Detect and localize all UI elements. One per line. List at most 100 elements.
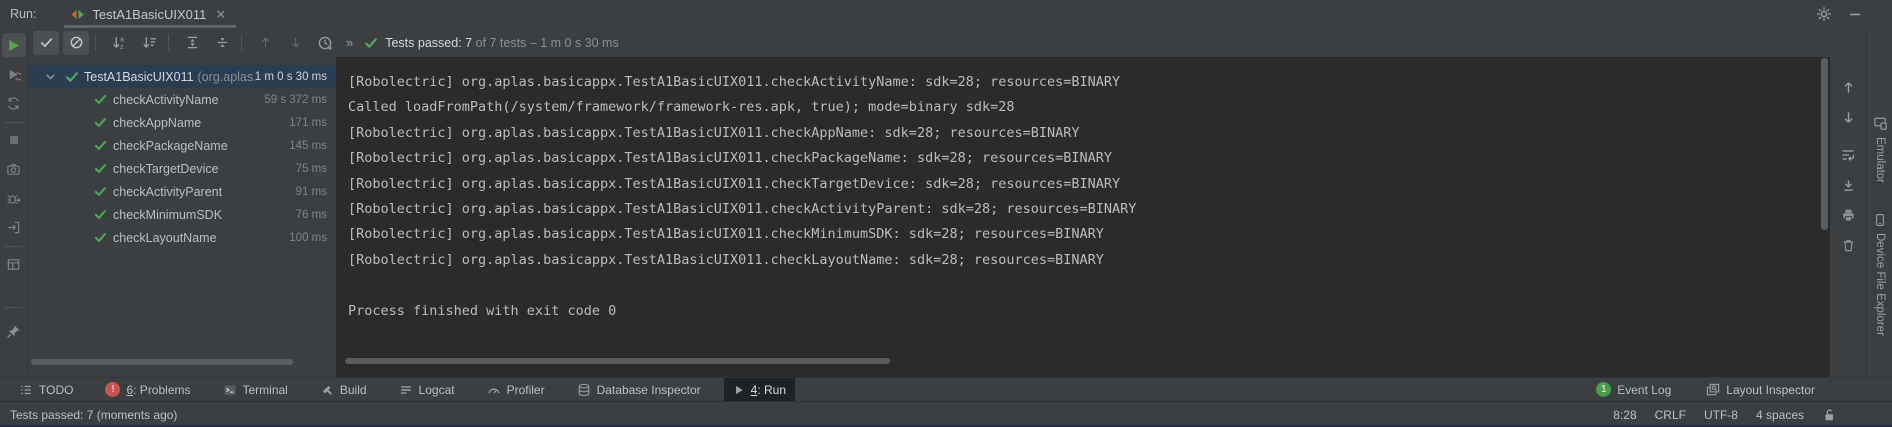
console-blank-line bbox=[348, 273, 1830, 298]
test-time: 145 ms bbox=[289, 140, 327, 152]
stripe-label: Emulator bbox=[1874, 137, 1886, 183]
soft-wrap-icon[interactable] bbox=[1836, 143, 1860, 167]
emulator-icon bbox=[1873, 116, 1888, 131]
pin-tab-icon[interactable] bbox=[2, 319, 26, 343]
tree-horizontal-scrollbar[interactable] bbox=[31, 359, 293, 365]
tool-window-todo[interactable]: TODO bbox=[10, 378, 82, 402]
test-name: checkActivityParent bbox=[113, 185, 222, 199]
todo-icon bbox=[19, 383, 33, 397]
test-passed-check-icon bbox=[65, 70, 79, 84]
tree-row-test[interactable]: checkPackageName 145 ms bbox=[29, 134, 336, 157]
run-label: Run: bbox=[10, 7, 36, 21]
import-test-results-icon[interactable] bbox=[2, 215, 26, 239]
tree-row-test[interactable]: checkAppName 171 ms bbox=[29, 111, 336, 134]
hide-tool-window-icon[interactable] bbox=[1848, 7, 1862, 21]
tree-row-root[interactable]: TestA1BasicUIX011 (org.aplas.basi 1 m 0 … bbox=[29, 65, 336, 88]
tool-window-event-log[interactable]: 1 Event Log bbox=[1587, 378, 1680, 402]
test-history-icon[interactable] bbox=[312, 31, 338, 55]
stop-process-icon[interactable] bbox=[2, 128, 26, 152]
root-test-name: TestA1BasicUIX011 bbox=[84, 70, 194, 84]
test-name: checkActivityName bbox=[113, 93, 219, 107]
restore-layout-icon[interactable] bbox=[2, 252, 26, 276]
tool-window-layout-inspector[interactable]: Layout Inspector bbox=[1696, 378, 1824, 402]
toolbar-overflow-chevron[interactable]: » bbox=[346, 35, 354, 50]
rerun-failed-tests-icon[interactable] bbox=[2, 62, 26, 86]
print-icon[interactable] bbox=[1836, 203, 1860, 227]
right-tool-window-stripe: Emulator Device File Explorer bbox=[1866, 28, 1892, 377]
down-the-stack-trace-icon[interactable] bbox=[1836, 105, 1860, 129]
up-the-stack-trace-icon[interactable] bbox=[1836, 75, 1860, 99]
encoding-widget[interactable]: UTF-8 bbox=[1704, 408, 1738, 422]
profile-rerun-icon[interactable] bbox=[2, 91, 26, 115]
settings-gear-icon[interactable] bbox=[1816, 6, 1832, 22]
tool-window-logcat[interactable]: Logcat bbox=[390, 378, 464, 402]
stripe-button-emulator[interactable]: Emulator bbox=[1867, 116, 1892, 183]
tree-row-test[interactable]: checkLayoutName 100 ms bbox=[29, 226, 336, 249]
console-output: [Robolectric] org.aplas.basicappx.TestA1… bbox=[336, 57, 1830, 324]
toolbar-separator bbox=[5, 122, 23, 123]
test-passed-check-icon bbox=[94, 116, 107, 129]
test-passed-check-icon bbox=[94, 139, 107, 152]
status-bar: Tests passed: 7 (moments ago) 8:28 CRLF … bbox=[0, 401, 1892, 427]
summary-passed-count: Tests passed: 7 bbox=[385, 36, 472, 50]
test-name: checkPackageName bbox=[113, 139, 228, 153]
test-name: checkTargetDevice bbox=[113, 162, 219, 176]
run-configuration-tab[interactable]: TestA1BasicUIX011 ✕ bbox=[62, 0, 238, 28]
next-failed-test-icon[interactable] bbox=[282, 31, 308, 55]
stripe-button-device-file-explorer[interactable]: Device File Explorer bbox=[1867, 213, 1892, 336]
sort-by-duration-icon[interactable] bbox=[136, 31, 162, 55]
toolbar-separator bbox=[168, 34, 169, 51]
toolbar-separator bbox=[95, 34, 96, 51]
tests-passed-check-icon bbox=[364, 36, 378, 50]
device-icon bbox=[1873, 213, 1887, 227]
build-hammer-icon bbox=[320, 383, 334, 397]
console-horizontal-scrollbar[interactable] bbox=[345, 358, 890, 364]
rerun-tests-button[interactable] bbox=[2, 33, 26, 57]
tool-window-build[interactable]: Build bbox=[311, 378, 376, 402]
collapse-all-icon[interactable] bbox=[209, 31, 235, 55]
clear-all-icon[interactable] bbox=[1836, 233, 1860, 257]
test-name: checkAppName bbox=[113, 116, 201, 130]
close-tab-icon[interactable]: ✕ bbox=[213, 8, 228, 21]
unlocked-icon[interactable] bbox=[1822, 408, 1836, 422]
event-log-count-badge: 1 bbox=[1596, 382, 1611, 397]
tool-window-problems[interactable]: ! 6: Problems bbox=[96, 378, 199, 402]
chevron-down-icon[interactable] bbox=[44, 70, 57, 83]
console-line: [Robolectric] org.aplas.basicappx.TestA1… bbox=[348, 121, 1830, 146]
tool-window-profiler[interactable]: Profiler bbox=[478, 378, 554, 402]
indent-widget[interactable]: 4 spaces bbox=[1756, 408, 1804, 422]
line-separator-widget[interactable]: CRLF bbox=[1655, 408, 1686, 422]
tool-window-database-inspector[interactable]: Database Inspector bbox=[568, 378, 710, 402]
show-passed-toggle[interactable] bbox=[33, 31, 59, 55]
tree-row-test[interactable]: checkActivityParent 91 ms bbox=[29, 180, 336, 203]
console-line: [Robolectric] org.aplas.basicappx.TestA1… bbox=[348, 70, 1830, 95]
stripe-label: Device File Explorer bbox=[1874, 233, 1886, 336]
svg-text:a: a bbox=[120, 36, 124, 43]
tree-row-test[interactable]: checkTargetDevice 75 ms bbox=[29, 157, 336, 180]
toolbar-separator bbox=[5, 246, 23, 247]
toolbar-separator bbox=[5, 307, 23, 308]
problems-count-badge: ! bbox=[105, 382, 120, 397]
test-console[interactable]: [Robolectric] org.aplas.basicappx.TestA1… bbox=[336, 57, 1830, 377]
run-titlebar: Run: TestA1BasicUIX011 ✕ bbox=[0, 0, 1892, 28]
caret-position-widget[interactable]: 8:28 bbox=[1613, 408, 1636, 422]
test-time: 75 ms bbox=[296, 163, 327, 175]
scroll-to-end-icon[interactable] bbox=[1836, 173, 1860, 197]
screenshot-camera-icon[interactable] bbox=[2, 157, 26, 181]
attach-debugger-icon[interactable] bbox=[2, 186, 26, 210]
toolbar-separator bbox=[241, 34, 242, 51]
expand-all-icon[interactable] bbox=[179, 31, 205, 55]
sort-alphabetically-icon[interactable]: a z bbox=[106, 31, 132, 55]
tab-title: TestA1BasicUIX011 bbox=[92, 7, 206, 22]
previous-failed-test-icon[interactable] bbox=[252, 31, 278, 55]
console-line: Called loadFromPath(/system/framework/fr… bbox=[348, 95, 1830, 120]
show-ignored-toggle[interactable] bbox=[63, 31, 89, 55]
test-name: checkLayoutName bbox=[113, 231, 217, 245]
database-icon bbox=[577, 383, 591, 397]
console-vertical-scrollbar[interactable] bbox=[1821, 58, 1828, 230]
run-tool-window: Run: TestA1BasicUIX011 ✕ bbox=[0, 0, 1892, 427]
tree-row-test[interactable]: checkMinimumSDK 76 ms bbox=[29, 203, 336, 226]
tree-row-test[interactable]: checkActivityName 59 s 372 ms bbox=[29, 88, 336, 111]
tool-window-run[interactable]: 4: Run bbox=[724, 378, 795, 402]
tool-window-terminal[interactable]: Terminal bbox=[214, 378, 297, 402]
